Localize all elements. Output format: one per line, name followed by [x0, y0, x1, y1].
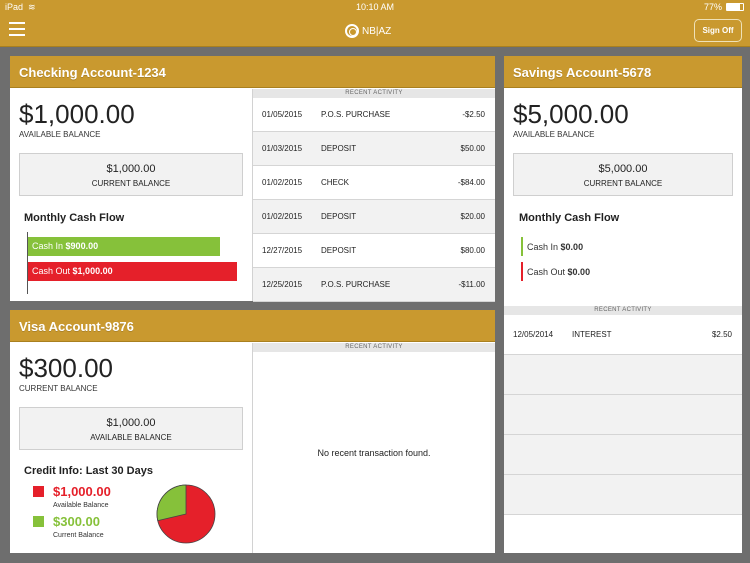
- activity-amount: $2.50: [711, 330, 732, 339]
- activity-amount: $80.00: [460, 246, 485, 255]
- cash-out-value: $1,000.00: [72, 266, 113, 276]
- savings-cash-out-line: Cash Out $0.00: [527, 267, 590, 277]
- activity-date: 12/05/2014: [513, 330, 554, 339]
- wifi-icon: ≋: [28, 2, 36, 12]
- activity-amount: $50.00: [460, 144, 485, 153]
- app-header: NB|AZ Sign Off: [0, 14, 750, 47]
- activity-row[interactable]: 12/05/2014 INTEREST $2.50: [504, 315, 742, 355]
- checking-account-title[interactable]: Checking Account-1234: [10, 56, 495, 88]
- checking-cash-flow-title: Monthly Cash Flow: [24, 212, 125, 224]
- activity-amount: -$11.00: [458, 280, 485, 289]
- activity-date: 12/25/2015: [262, 280, 303, 289]
- activity-row[interactable]: 01/03/2015 DEPOSIT $50.00: [253, 132, 495, 166]
- logo-mark-icon: [345, 24, 359, 38]
- checking-available-label: AVAILABLE BALANCE: [19, 130, 101, 139]
- empty-activity-row: [504, 435, 742, 475]
- legend-available-label: Available Balance: [53, 502, 109, 509]
- activity-row[interactable]: 12/25/2015 P.O.S. PURCHASE -$11.00: [253, 268, 495, 302]
- cash-out-label: Cash Out: [32, 266, 71, 276]
- savings-recent-activity: RECENT ACTIVITY 12/05/2014 INTEREST $2.5…: [504, 306, 742, 553]
- activity-row[interactable]: 01/05/2015 P.O.S. PURCHASE -$2.50: [253, 98, 495, 132]
- empty-activity-row: [504, 475, 742, 515]
- savings-current-label: CURRENT BALANCE: [583, 179, 663, 188]
- no-transactions-message: No recent transaction found.: [317, 448, 431, 458]
- checking-current-amount: $1,000.00: [106, 163, 156, 175]
- legend-current-value: $300.00: [53, 514, 100, 529]
- activity-description: CHECK: [321, 178, 350, 187]
- activity-header: RECENT ACTIVITY: [253, 89, 495, 98]
- cash-in-label: Cash In: [32, 241, 64, 251]
- activity-amount: $20.00: [460, 212, 485, 221]
- menu-icon[interactable]: [9, 22, 25, 36]
- savings-cash-out-bar: [521, 262, 523, 281]
- checking-current-label: CURRENT BALANCE: [91, 179, 171, 188]
- cash-out-value: $0.00: [567, 267, 591, 277]
- sign-off-button[interactable]: Sign Off: [694, 19, 742, 42]
- empty-activity-row: [504, 355, 742, 395]
- cash-out-label: Cash Out: [527, 267, 566, 277]
- pie-current-slice: [156, 484, 187, 522]
- visa-current-amount: $300.00: [19, 353, 113, 383]
- visa-account-title[interactable]: Visa Account-9876: [10, 310, 495, 342]
- activity-row[interactable]: 01/02/2015 DEPOSIT $20.00: [253, 200, 495, 234]
- cash-in-label: Cash In: [527, 242, 559, 252]
- legend-available-value: $1,000.00: [53, 484, 111, 499]
- brand-logo: NB|AZ: [345, 22, 391, 40]
- activity-date: 01/03/2015: [262, 144, 303, 153]
- activity-date: 12/27/2015: [262, 246, 303, 255]
- activity-amount: -$2.50: [462, 110, 485, 119]
- cash-in-value: $900.00: [65, 241, 99, 251]
- activity-date: 01/02/2015: [262, 212, 303, 221]
- activity-description: INTEREST: [572, 330, 612, 339]
- activity-description: P.O.S. PURCHASE: [321, 280, 391, 289]
- savings-available-label: AVAILABLE BALANCE: [513, 130, 595, 139]
- savings-account-title[interactable]: Savings Account-5678: [504, 56, 742, 88]
- legend-current-label: Current Balance: [53, 532, 104, 539]
- clock: 10:10 AM: [356, 2, 395, 12]
- checking-cash-out-bar: Cash Out $1,000.00: [28, 262, 237, 281]
- savings-cash-in-bar: [521, 237, 523, 256]
- checking-account-card[interactable]: Checking Account-1234 $1,000.00 AVAILABL…: [10, 56, 495, 302]
- activity-header: RECENT ACTIVITY: [504, 306, 742, 315]
- visa-available-amount: $1,000.00: [106, 417, 156, 429]
- visa-available-label: AVAILABLE BALANCE: [90, 433, 172, 442]
- activity-description: P.O.S. PURCHASE: [321, 110, 391, 119]
- activity-description: DEPOSIT: [321, 246, 357, 255]
- checking-available-amount: $1,000.00: [19, 99, 135, 129]
- savings-account-card[interactable]: Savings Account-5678 $5,000.00 AVAILABLE…: [504, 56, 742, 553]
- activity-date: 01/02/2015: [262, 178, 303, 187]
- savings-cash-flow-title: Monthly Cash Flow: [519, 212, 620, 224]
- savings-current-balance-box: $5,000.00 CURRENT BALANCE: [513, 153, 733, 196]
- cash-in-value: $0.00: [560, 242, 584, 252]
- legend-available-swatch: [33, 486, 44, 497]
- credit-info-title: Credit Info: Last 30 Days: [24, 465, 153, 477]
- savings-available-amount: $5,000.00: [513, 99, 629, 129]
- activity-amount: -$84.00: [457, 178, 485, 187]
- activity-row[interactable]: 01/02/2015 CHECK -$84.00: [253, 166, 495, 200]
- checking-current-balance-box: $1,000.00 CURRENT BALANCE: [19, 153, 243, 196]
- visa-available-balance-box: $1,000.00 AVAILABLE BALANCE: [19, 407, 243, 450]
- battery-percent: 77%: [704, 2, 723, 12]
- visa-recent-activity: RECENT ACTIVITY No recent transaction fo…: [252, 343, 495, 553]
- savings-cash-in-line: Cash In $0.00: [527, 242, 583, 252]
- activity-header: RECENT ACTIVITY: [253, 343, 495, 352]
- logo-text: NB|AZ: [362, 25, 392, 37]
- credit-pie-chart: [156, 484, 216, 544]
- legend-current-swatch: [33, 516, 44, 527]
- battery-icon: [726, 3, 744, 11]
- activity-description: DEPOSIT: [321, 212, 357, 221]
- activity-row[interactable]: 12/27/2015 DEPOSIT $80.00: [253, 234, 495, 268]
- status-bar: iPad ≋ 10:10 AM 77%: [0, 0, 750, 14]
- activity-date: 01/05/2015: [262, 110, 303, 119]
- checking-recent-activity: RECENT ACTIVITY 01/05/2015 P.O.S. PURCHAS…: [252, 89, 495, 302]
- activity-description: DEPOSIT: [321, 144, 357, 153]
- visa-current-label: CURRENT BALANCE: [19, 384, 98, 393]
- empty-activity-row: [504, 395, 742, 435]
- visa-account-card[interactable]: Visa Account-9876 $300.00 CURRENT BALANC…: [10, 310, 495, 553]
- checking-cash-in-bar: Cash In $900.00: [28, 237, 220, 256]
- savings-current-amount: $5,000.00: [598, 163, 648, 175]
- device-label: iPad: [5, 2, 24, 12]
